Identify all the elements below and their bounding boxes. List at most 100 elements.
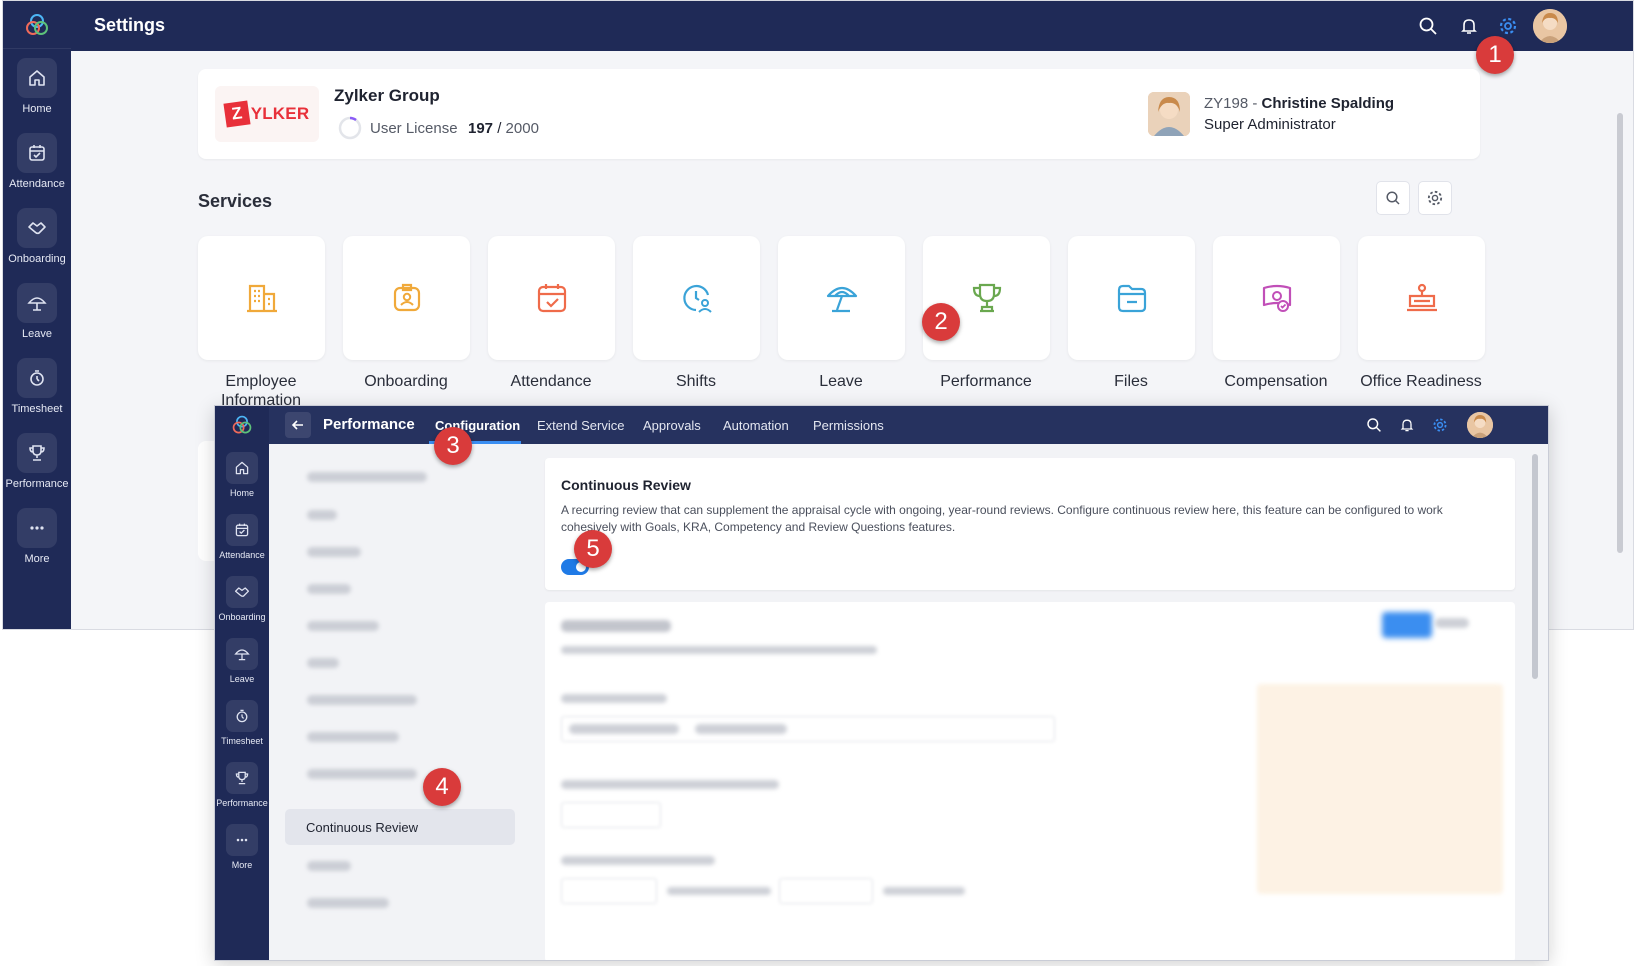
sidebar-item-label: Performance (216, 798, 268, 808)
company-logo: Z YLKER (215, 86, 319, 142)
home-icon (226, 452, 258, 484)
section-description: A recurring review that can supplement t… (561, 503, 1443, 534)
page-scrollbar[interactable] (1617, 113, 1623, 553)
sidebar-item-timesheet[interactable]: Timesheet (215, 692, 269, 754)
sidebar-item-label: Home (22, 103, 52, 115)
search-icon[interactable] (1416, 14, 1440, 38)
menu-item-blurred[interactable] (307, 898, 389, 908)
menu-item-blurred[interactable] (307, 695, 417, 705)
arrow-left-icon (291, 420, 303, 430)
sidebar-item-onboarding[interactable]: Onboarding (3, 199, 71, 274)
sidebar-item-label: More (231, 860, 253, 870)
sidebar-item-performance[interactable]: Performance (215, 754, 269, 816)
service-card-office-readiness[interactable] (1358, 236, 1485, 360)
blurred-chip (569, 724, 679, 734)
service-card-performance[interactable] (923, 236, 1050, 360)
sidebar-item-label: Timesheet (221, 736, 263, 746)
avatar[interactable] (1467, 412, 1493, 438)
back-button[interactable] (285, 412, 311, 438)
service-card-employee-information[interactable] (198, 236, 325, 360)
menu-item-blurred[interactable] (307, 861, 351, 871)
sidebar-item-attendance[interactable]: Attendance (3, 124, 71, 199)
sidebar-item-attendance[interactable]: Attendance (215, 506, 269, 568)
blurred-label (561, 856, 715, 865)
search-icon[interactable] (1364, 415, 1384, 435)
app-logo[interactable] (3, 1, 71, 49)
configure-review-card-blurred (545, 602, 1515, 960)
sidebar-item-home[interactable]: Home (3, 49, 71, 124)
service-card-leave[interactable] (778, 236, 905, 360)
gear-icon[interactable] (1430, 415, 1450, 435)
menu-item-blurred[interactable] (307, 732, 399, 742)
bell-icon[interactable] (1397, 415, 1417, 435)
service-label: Office Readiness (1360, 373, 1482, 390)
blurred-select[interactable] (779, 878, 873, 904)
service-card-compensation[interactable] (1213, 236, 1340, 360)
sidebar-item-label: Leave (229, 674, 255, 684)
callout-badge: 4 (423, 768, 461, 806)
tab-permissions[interactable]: Permissions (813, 418, 884, 433)
service-label: Compensation (1224, 373, 1328, 390)
blurred-label (561, 780, 779, 789)
content-scrollbar[interactable] (1532, 454, 1538, 679)
company-logo-mark: Z (223, 100, 251, 128)
blurred-heading (561, 620, 671, 632)
sidebar-item-performance[interactable]: Performance (3, 424, 71, 499)
license-used: 197 (468, 120, 494, 137)
more-icon (226, 824, 258, 856)
service-label: Attendance (510, 373, 592, 390)
menu-item-blurred[interactable] (307, 547, 361, 557)
service-card-attendance[interactable] (488, 236, 615, 360)
sidebar-item-home[interactable]: Home (215, 444, 269, 506)
blurred-info-panel (1257, 684, 1503, 894)
service-card-onboarding[interactable] (343, 236, 470, 360)
license-label: User License (370, 120, 458, 137)
blurred-text (667, 887, 771, 895)
callout-badge: 1 (1476, 36, 1514, 74)
menu-item-blurred[interactable] (307, 658, 339, 668)
gear-icon[interactable] (1496, 14, 1520, 38)
service-label: Shifts (675, 373, 716, 390)
sidebar-item-more[interactable]: More (3, 499, 71, 574)
service-card-shifts[interactable] (633, 236, 760, 360)
app-logo[interactable] (215, 406, 269, 444)
menu-item-blurred[interactable] (307, 510, 337, 520)
umbrella-icon (226, 638, 258, 670)
sidebar-item-label: Attendance (9, 178, 65, 190)
sidebar-item-label: Onboarding (218, 612, 266, 622)
sidebar-item-label: Leave (22, 328, 52, 340)
clock-user-icon (682, 284, 712, 313)
blurred-secondary-button[interactable] (1435, 618, 1469, 628)
blurred-select[interactable] (561, 802, 661, 828)
tab-extend-service[interactable]: Extend Service (537, 418, 624, 433)
home-icon (17, 58, 57, 98)
blurred-primary-button[interactable] (1382, 612, 1432, 638)
user-photo (1148, 92, 1190, 136)
services-search-button[interactable] (1376, 181, 1410, 215)
continuous-review-card: Continuous Review A recurring review tha… (545, 458, 1515, 590)
bell-icon[interactable] (1457, 14, 1481, 38)
menu-item-blurred[interactable] (307, 472, 427, 482)
tab-automation[interactable]: Automation (723, 418, 789, 433)
sidebar-item-leave[interactable]: Leave (215, 630, 269, 692)
sidebar-item-more[interactable]: More (215, 816, 269, 878)
menu-item-label: Continuous Review (306, 820, 419, 835)
services-settings-button[interactable] (1418, 181, 1452, 215)
blurred-subtext (561, 646, 877, 654)
menu-item-blurred[interactable] (307, 769, 417, 779)
sidebar-item-leave[interactable]: Leave (3, 274, 71, 349)
blurred-input[interactable] (561, 878, 657, 904)
user-name: Christine Spalding (1261, 95, 1395, 112)
menu-item-continuous-review[interactable]: Continuous Review (285, 809, 515, 845)
umbrella-icon (17, 283, 57, 323)
service-label: Leave (819, 373, 863, 390)
avatar[interactable] (1533, 9, 1567, 43)
menu-item-blurred[interactable] (307, 621, 379, 631)
tab-approvals[interactable]: Approvals (643, 418, 701, 433)
callout-badge: 3 (434, 427, 472, 465)
sidebar-item-onboarding[interactable]: Onboarding (215, 568, 269, 630)
sidebar-item-label: Onboarding (8, 253, 66, 265)
menu-item-blurred[interactable] (307, 584, 351, 594)
sidebar-item-timesheet[interactable]: Timesheet (3, 349, 71, 424)
service-card-files[interactable] (1068, 236, 1195, 360)
